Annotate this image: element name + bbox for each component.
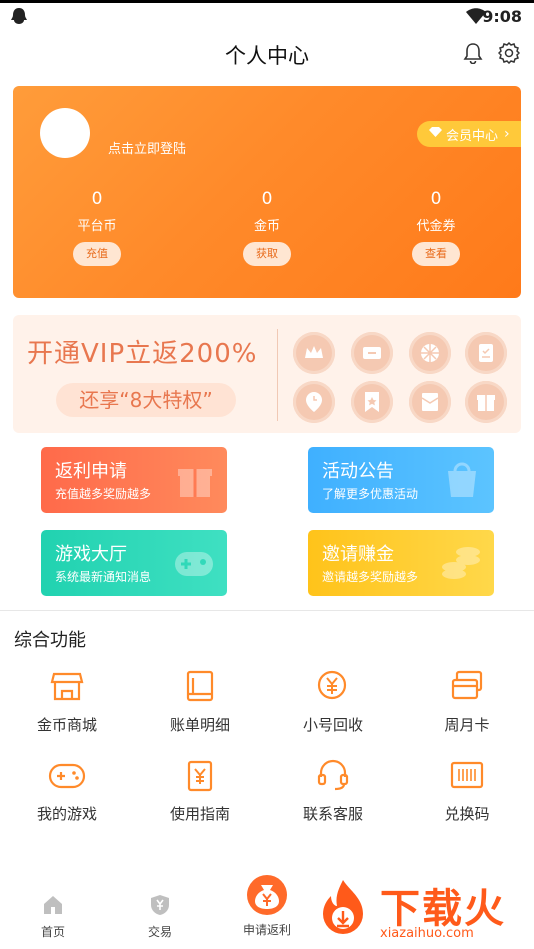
- tile-title: 游戏大厅: [55, 544, 127, 565]
- bell-icon[interactable]: [462, 42, 484, 68]
- tab-label: 首页: [40, 925, 65, 939]
- bag-icon: [442, 459, 482, 503]
- gift-box-icon: [465, 381, 507, 423]
- tile-subtitle: 邀请越多奖励越多: [322, 570, 419, 584]
- my-games-item[interactable]: 我的游戏: [7, 757, 127, 824]
- stat-gold-coin: 0 金币 获取: [207, 189, 327, 266]
- tab-trade[interactable]: 交易: [120, 893, 200, 940]
- wheel-icon: [409, 332, 451, 374]
- stat-label: 代金券: [416, 219, 456, 234]
- watermark-logo: 下载火 xiazaihuo.com: [310, 876, 530, 946]
- gift-icon: [175, 459, 215, 503]
- tile-subtitle: 充值越多奖励越多: [55, 487, 152, 501]
- coins-icon: [440, 542, 482, 590]
- get-button[interactable]: 获取: [243, 242, 291, 266]
- stat-platform-coin: 0 平台币 充值: [37, 189, 157, 266]
- tile-subtitle: 了解更多优惠活动: [322, 487, 419, 501]
- gamepad-icon: [7, 757, 127, 797]
- cards-icon: [407, 668, 527, 708]
- diamond-icon: [429, 126, 442, 142]
- status-bar: 9:08: [0, 0, 534, 30]
- stat-value: 0: [91, 189, 103, 209]
- headset-icon: [273, 757, 393, 797]
- vip-subline: 还享“8大特权”: [56, 383, 236, 417]
- envelope-icon: [409, 381, 451, 423]
- divider: [277, 329, 278, 421]
- tab-label: 申请返利: [242, 923, 291, 937]
- gear-icon[interactable]: [497, 41, 521, 68]
- item-label: 我的游戏: [36, 805, 97, 823]
- item-label: 联系客服: [302, 805, 363, 823]
- tab-label: 交易: [147, 925, 172, 939]
- clock-time: 9:08: [482, 7, 522, 26]
- stat-label: 金币: [253, 219, 280, 234]
- functions-title: 综合功能: [14, 630, 86, 651]
- rebate-apply-tile[interactable]: 返利申请 充值越多奖励越多: [41, 447, 227, 513]
- view-button[interactable]: 查看: [412, 242, 460, 266]
- vip-center-button[interactable]: 会员中心 ›: [417, 121, 521, 147]
- stat-value: 0: [261, 189, 273, 209]
- ticket-icon: [351, 332, 393, 374]
- weekly-monthly-card-item[interactable]: 周月卡: [407, 668, 527, 735]
- vip-center-label: 会员中心: [446, 128, 499, 144]
- flame-logo-icon: [323, 880, 363, 934]
- vip-headline: 开通VIP立返200%: [27, 339, 258, 369]
- clock-icon: [293, 381, 335, 423]
- book-icon: [140, 668, 260, 708]
- avatar[interactable]: [40, 108, 90, 158]
- barcode-icon: [407, 757, 527, 797]
- home-icon: [44, 896, 62, 914]
- guide-icon: [140, 757, 260, 797]
- store-icon: [7, 668, 127, 708]
- customer-service-item[interactable]: 联系客服: [273, 757, 393, 824]
- gamepad-icon: [173, 542, 215, 586]
- login-prompt[interactable]: 点击立即登陆: [108, 138, 186, 157]
- bill-detail-item[interactable]: 账单明细: [140, 668, 260, 735]
- item-label: 金币商城: [36, 716, 97, 734]
- tile-title: 活动公告: [322, 461, 394, 482]
- gold-store-item[interactable]: 金币商城: [7, 668, 127, 735]
- bookmark-icon: [351, 381, 393, 423]
- app-icon: [10, 7, 28, 31]
- crown-icon: [293, 332, 335, 374]
- invite-earn-tile[interactable]: 邀请赚金 邀请越多奖励越多: [308, 530, 494, 596]
- item-label: 账单明细: [169, 716, 230, 734]
- item-label: 兑换码: [444, 805, 490, 823]
- clipboard-icon: [465, 332, 507, 374]
- tile-title: 邀请赚金: [322, 544, 394, 565]
- top-navbar: 个人中心: [0, 30, 534, 78]
- tile-title: 返利申请: [55, 461, 127, 482]
- section-divider: [0, 610, 534, 611]
- activity-notice-tile[interactable]: 活动公告 了解更多优惠活动: [308, 447, 494, 513]
- tile-subtitle: 系统最新通知消息: [55, 570, 152, 584]
- user-guide-item[interactable]: 使用指南: [140, 757, 260, 824]
- page-title: 个人中心: [225, 44, 309, 68]
- moneybag-icon: [247, 875, 287, 915]
- stat-value: 0: [430, 189, 442, 209]
- stat-voucher: 0 代金券 查看: [376, 189, 496, 266]
- shield-yen-icon: [151, 895, 169, 915]
- tab-home[interactable]: 首页: [13, 893, 93, 940]
- profile-card: 点击立即登陆 会员中心 › 0 平台币 充值 0 金币 获取 0 代金券 查看: [13, 86, 521, 298]
- game-hall-tile[interactable]: 游戏大厅 系统最新通知消息: [41, 530, 227, 596]
- item-label: 使用指南: [169, 805, 230, 823]
- watermark-url: xiazaihuo.com: [380, 926, 474, 941]
- yen-recycle-icon: [273, 668, 393, 708]
- tab-apply-rebate[interactable]: 申请返利: [227, 875, 307, 938]
- chevron-right-icon: ›: [504, 126, 510, 142]
- redeem-code-item[interactable]: 兑换码: [407, 757, 527, 824]
- item-label: 周月卡: [444, 716, 490, 734]
- item-label: 小号回收: [302, 716, 363, 734]
- stat-label: 平台币: [77, 219, 117, 234]
- account-recycle-item[interactable]: 小号回收: [273, 668, 393, 735]
- vip-banner[interactable]: 开通VIP立返200% 还享“8大特权”: [13, 315, 521, 433]
- recharge-button[interactable]: 充值: [73, 242, 121, 266]
